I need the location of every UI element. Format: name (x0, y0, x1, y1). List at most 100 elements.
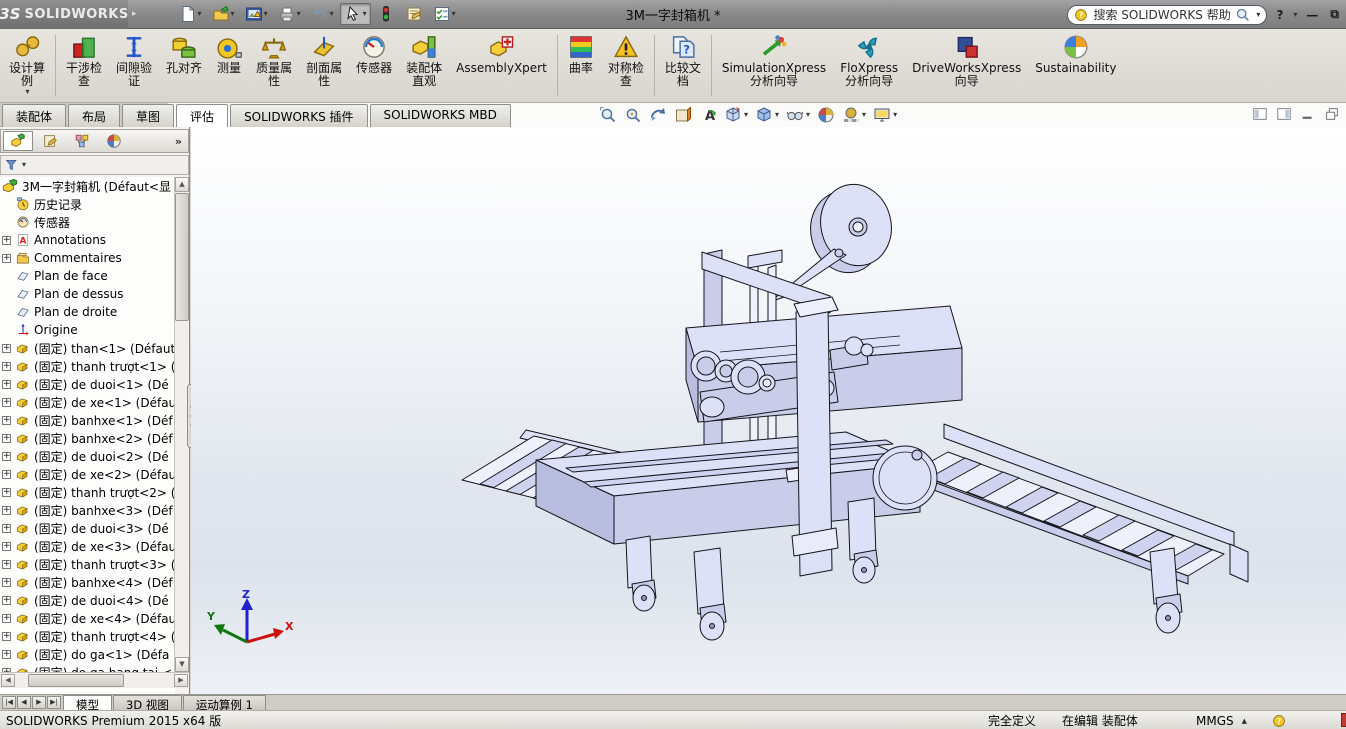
tab-nav-2[interactable]: ▶ (32, 696, 46, 709)
previous-view-button[interactable] (648, 105, 668, 125)
tab-nav-3[interactable]: ▶| (47, 696, 61, 709)
scroll-right-icon[interactable]: ▶ (174, 674, 188, 687)
expand-icon[interactable]: + (2, 505, 11, 515)
ribbon-curvature-button[interactable]: 曲率 (561, 31, 601, 100)
expand-icon[interactable]: + (2, 559, 11, 569)
doc-tab-运动算例 1[interactable]: 运动算例 1 (182, 695, 266, 712)
configuration-tab[interactable] (67, 131, 97, 151)
expand-icon[interactable]: + (2, 649, 11, 659)
status-help-icon[interactable]: ? (1272, 711, 1286, 729)
tab-评估[interactable]: 评估 (176, 104, 229, 127)
graphics-area[interactable]: Z Y X (191, 127, 1346, 694)
tab-装配体[interactable]: 装配体 (2, 104, 67, 127)
expand-icon[interactable]: + (2, 379, 11, 389)
tab-SOLIDWORKS MBD[interactable]: SOLIDWORKS MBD (369, 104, 511, 127)
expand-icon[interactable]: + (2, 415, 11, 425)
tree-item[interactable]: + (固定) banhxe<2> (Déf (0, 429, 175, 447)
tab-草图[interactable]: 草图 (122, 104, 175, 127)
tree-item[interactable]: + (固定) than<1> (Défaut (0, 339, 175, 357)
expand-icon[interactable]: + (2, 361, 11, 371)
scroll-thumb[interactable] (175, 193, 189, 321)
publish-image-button[interactable]: ▾ (241, 3, 272, 25)
ribbon-design-study-button[interactable]: 设计算 例 ▾ (2, 31, 52, 100)
ribbon-hole-align-button[interactable]: 孔对齐 (159, 31, 209, 100)
tree-horizontal-scrollbar[interactable]: ◀ ▶ (0, 672, 189, 688)
ribbon-assembly-visualization-button[interactable]: 装配体 直观 (399, 31, 449, 100)
scroll-up-icon[interactable]: ▲ (175, 177, 189, 192)
tree-item[interactable]: + (固定) banhxe<3> (Déf (0, 501, 175, 519)
dropdown-icon[interactable]: ▾ (198, 10, 202, 18)
tree-item[interactable]: + (固定) de duoi<3> (Dé (0, 519, 175, 537)
scene-button[interactable]: ▾ (841, 105, 867, 125)
tree-item[interactable]: 历史记录 (0, 195, 175, 213)
display-style-button[interactable]: ▾ (754, 105, 780, 125)
doc-tab-模型[interactable]: 模型 (63, 695, 112, 712)
tree-item[interactable]: + (固定) de xe<3> (Défau (0, 537, 175, 555)
tab-nav-1[interactable]: ◀ (17, 696, 31, 709)
search-dropdown-icon[interactable]: ▾ (1256, 10, 1260, 19)
tree-item[interactable]: + (固定) thanh trượt<1> ( (0, 357, 175, 375)
tree-item[interactable]: Plan de face (0, 267, 175, 285)
expand-icon[interactable]: + (2, 343, 11, 353)
expand-icon[interactable]: + (2, 253, 11, 263)
expand-icon[interactable]: + (2, 469, 11, 479)
view-orientation-button[interactable]: ▾ (723, 105, 749, 125)
expand-icon[interactable]: + (2, 451, 11, 461)
expand-icon[interactable]: + (2, 613, 11, 623)
expand-icon[interactable]: + (2, 523, 11, 533)
ribbon-symmetry-check-button[interactable]: 对称检 查 (601, 31, 651, 100)
dropdown-icon[interactable]: ▾ (775, 111, 779, 119)
scroll-down-icon[interactable]: ▼ (175, 657, 189, 672)
zoom-fit-button[interactable] (598, 105, 618, 125)
ribbon-interference-check-button[interactable]: 干涉检 查 (59, 31, 109, 100)
tab-布局[interactable]: 布局 (68, 104, 121, 127)
ribbon-section-properties-button[interactable]: 剖面属 性 (299, 31, 349, 100)
doc-restore-button[interactable] (1324, 106, 1340, 125)
tree-item[interactable]: + (固定) de duoi<2> (Dé (0, 447, 175, 465)
expand-icon[interactable]: + (2, 595, 11, 605)
tree-item[interactable]: + (固定) thanh trượt<2> ( (0, 483, 175, 501)
tree-filter-bar[interactable]: ▾ (0, 155, 189, 175)
tree-item[interactable]: 3M一字封箱机 (Défaut<显 (0, 177, 175, 195)
doc-minimize-button[interactable] (1300, 106, 1316, 125)
tree-item[interactable]: Plan de droite (0, 303, 175, 321)
panel-overflow-icon[interactable]: » (175, 135, 186, 148)
select-button[interactable]: ▾ (339, 3, 371, 25)
search-input[interactable]: ? 搜索 SOLIDWORKS 帮助 ▾ (1067, 4, 1268, 25)
ribbon-measure-button[interactable]: 测量 (209, 31, 249, 100)
unit-system-selector[interactable]: MMGS ▲ (1196, 711, 1247, 729)
annotation-view-button[interactable]: A (698, 105, 718, 125)
dropdown-icon[interactable]: ▾ (893, 111, 897, 119)
ribbon-compare-documents-button[interactable]: ? 比较文 档 (658, 31, 708, 100)
minimize-button[interactable]: — (1303, 8, 1321, 22)
options-button[interactable]: ▾ (429, 3, 460, 25)
tree-item[interactable]: + (固定) de duoi<1> (Dé (0, 375, 175, 393)
dropdown-icon[interactable]: ▾ (862, 111, 866, 119)
tree-item[interactable]: Origine (0, 321, 175, 339)
dropdown-icon[interactable]: ▾ (452, 10, 456, 18)
search-icon[interactable] (1235, 7, 1250, 22)
tree-item[interactable]: + Commentaires (0, 249, 175, 267)
pane-left-button[interactable] (1252, 106, 1268, 125)
ribbon-sensors-button[interactable]: 传感器 (349, 31, 399, 100)
ribbon-floxpress-button[interactable]: FloXpress 分析向导 (833, 31, 905, 100)
tree-item[interactable]: Plan de dessus (0, 285, 175, 303)
tree-item[interactable]: + (固定) do ga<1> (Défa (0, 645, 175, 663)
help-icon[interactable]: ? (1273, 8, 1286, 22)
zoom-area-button[interactable] (623, 105, 643, 125)
section-view-button[interactable] (673, 105, 693, 125)
expand-icon[interactable]: + (2, 631, 11, 641)
dropdown-icon[interactable]: ▾ (806, 111, 810, 119)
dropdown-icon[interactable]: ▾ (744, 111, 748, 119)
help-dropdown-icon[interactable]: ▾ (1293, 10, 1297, 19)
tree-item[interactable]: + (固定) banhxe<1> (Déf (0, 411, 175, 429)
ribbon-mass-properties-button[interactable]: 质量属 性 (249, 31, 299, 100)
tree-item[interactable]: + (固定) thanh trượt<3> ( (0, 555, 175, 573)
tree-item[interactable]: + (固定) de xe<4> (Défau (0, 609, 175, 627)
file-properties-button[interactable] (401, 3, 427, 25)
featuretree-tab[interactable] (3, 131, 33, 151)
expand-icon[interactable]: + (2, 433, 11, 443)
hscroll-thumb[interactable] (28, 674, 124, 687)
tree-item[interactable]: + (固定) de duoi<4> (Dé (0, 591, 175, 609)
ribbon-assemblyxpert-button[interactable]: AssemblyXpert (449, 31, 554, 100)
